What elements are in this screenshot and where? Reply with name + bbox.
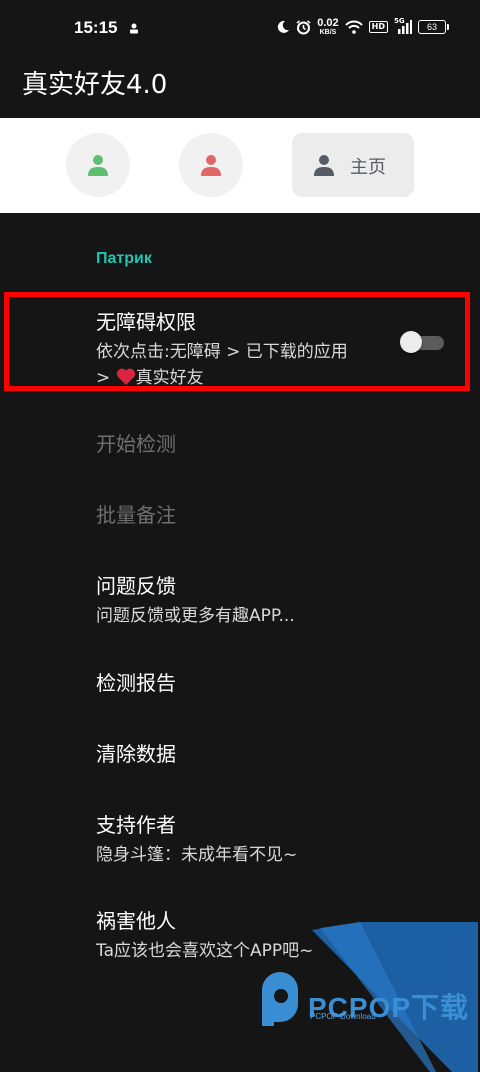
item-subtitle: Ta应该也会喜欢这个APP吧~ bbox=[96, 941, 314, 961]
item-subtitle: 隐身斗篷：未成年看不见~ bbox=[96, 845, 298, 865]
item-subtitle-line1: 依次点击:无障碍 > 已下载的应用 bbox=[96, 342, 348, 362]
net-speed: 0.02 KB/S bbox=[317, 16, 339, 37]
tab-friend-2[interactable] bbox=[179, 133, 243, 197]
status-icons: 0.02 KB/S HD 5G 63 bbox=[276, 16, 449, 38]
signal-icon: 5G bbox=[394, 17, 412, 34]
item-title: 清除数据 bbox=[96, 742, 176, 766]
battery-indicator: 63 bbox=[418, 20, 449, 34]
tab-bar: 主页 bbox=[0, 118, 480, 213]
item-subtitle-suffix: 真实好友 bbox=[135, 368, 204, 388]
net-speed-value: 0.02 bbox=[317, 16, 339, 29]
item-title: 开始检测 bbox=[96, 432, 176, 456]
wifi-icon bbox=[344, 20, 363, 34]
tab-home[interactable]: 主页 bbox=[292, 133, 414, 197]
person-red-icon bbox=[201, 155, 221, 176]
support-author-item[interactable]: 支持作者 隐身斗篷：未成年看不见~ bbox=[96, 809, 297, 868]
item-title: 祸害他人 bbox=[96, 909, 176, 933]
tab-home-label: 主页 bbox=[350, 157, 386, 178]
person-green-icon bbox=[88, 155, 108, 176]
item-subtitle-prefix: > bbox=[96, 368, 111, 388]
alarm-icon bbox=[296, 19, 311, 34]
accessibility-permission-item[interactable]: 无障碍权限 依次点击:无障碍 > 已下载的应用 > 真实好友 bbox=[96, 306, 348, 391]
item-title: 检测报告 bbox=[96, 671, 176, 695]
accessibility-toggle[interactable] bbox=[400, 331, 444, 353]
app-title: 真实好友4.0 bbox=[22, 70, 168, 100]
user-status-icon bbox=[130, 23, 138, 34]
status-bar: 15:15 0.02 KB/S HD 5G 63 bbox=[0, 0, 480, 44]
toggle-thumb bbox=[400, 331, 422, 353]
heart-icon bbox=[116, 368, 135, 385]
item-subtitle: 依次点击:无障碍 > 已下载的应用 > 真实好友 bbox=[96, 339, 348, 391]
item-title: 批量备注 bbox=[96, 503, 176, 527]
watermark-subtext: PCPOP Download bbox=[310, 1012, 376, 1021]
feedback-item[interactable]: 问题反馈 问题反馈或更多有趣APP... bbox=[96, 570, 295, 629]
moon-icon bbox=[278, 20, 290, 33]
batch-note-item[interactable]: 批量备注 bbox=[96, 499, 176, 528]
item-subtitle-line2: > 真实好友 bbox=[96, 365, 348, 391]
tab-friend-1[interactable] bbox=[66, 133, 130, 197]
item-title: 无障碍权限 bbox=[96, 310, 196, 334]
item-subtitle: 问题反馈或更多有趣APP... bbox=[96, 606, 295, 626]
start-detect-item[interactable]: 开始检测 bbox=[96, 428, 176, 457]
status-time: 15:15 bbox=[74, 18, 118, 37]
watermark-text: PCPOP下载 bbox=[308, 992, 470, 1023]
app-bar: 真实好友4.0 bbox=[0, 44, 480, 118]
hd-badge: HD bbox=[368, 21, 388, 33]
item-title: 支持作者 bbox=[96, 813, 176, 837]
person-home-icon bbox=[314, 155, 334, 176]
share-item[interactable]: 祸害他人 Ta应该也会喜欢这个APP吧~ bbox=[96, 905, 313, 964]
net-speed-unit: KB/S bbox=[319, 28, 337, 36]
item-title: 问题反馈 bbox=[96, 574, 176, 598]
clear-data-item[interactable]: 清除数据 bbox=[96, 738, 176, 767]
detect-report-item[interactable]: 检测报告 bbox=[96, 667, 176, 696]
section-label: Патрик bbox=[96, 250, 152, 267]
